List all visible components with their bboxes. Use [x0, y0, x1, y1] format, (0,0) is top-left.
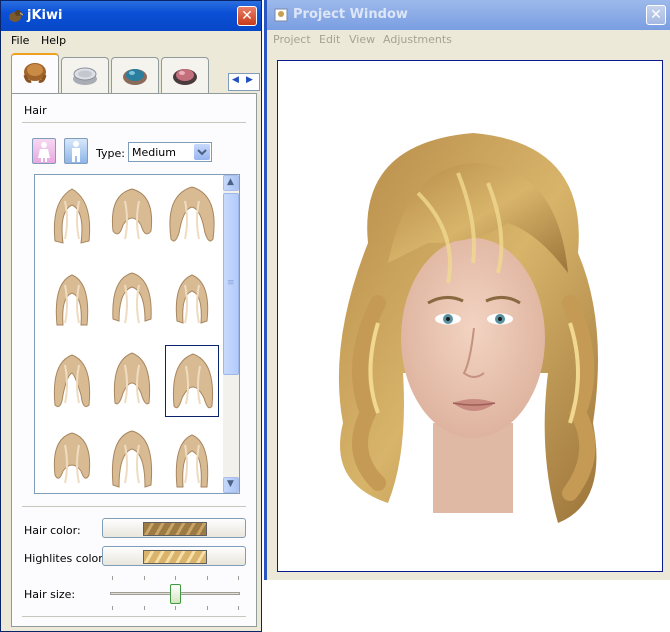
project-app-icon [274, 8, 288, 22]
window-title: Project Window [293, 7, 408, 22]
blush-icon [173, 69, 197, 85]
slider-tick [112, 576, 113, 580]
title-bar[interactable]: jKiwi ✕ [1, 1, 261, 31]
female-button[interactable] [32, 138, 56, 164]
hair-color-label: Hair color: [24, 524, 81, 537]
project-window: Project Window ✕ Project Edit View Adjus… [264, 0, 670, 580]
chevron-down-icon: ▼ [227, 479, 234, 489]
menu-help[interactable]: Help [41, 34, 66, 47]
highlites-color-button[interactable] [102, 546, 246, 566]
hairstyle-thumbnail[interactable] [45, 265, 99, 337]
close-button[interactable]: ✕ [237, 6, 257, 26]
hair-size-label: Hair size: [24, 588, 76, 601]
divider [22, 506, 246, 507]
hairstyle-thumbnail[interactable] [105, 425, 159, 497]
menu-bar: Project Edit View Adjustments [267, 30, 670, 50]
project-canvas[interactable] [277, 60, 663, 572]
tab-scroll-right-icon[interactable]: ▶ [246, 75, 253, 85]
male-button[interactable] [64, 138, 88, 164]
chevron-down-icon[interactable] [194, 144, 210, 160]
hair-size-slider-thumb[interactable] [169, 584, 181, 604]
highlites-color-swatch [143, 550, 207, 564]
menu-adjustments[interactable]: Adjustments [383, 33, 452, 46]
hairstyle-thumbnail[interactable] [105, 265, 159, 337]
slider-tick [238, 606, 239, 610]
hairstyle-thumbnail[interactable] [105, 345, 159, 417]
hair-color-swatch [143, 522, 207, 536]
menu-view[interactable]: View [349, 33, 375, 46]
tab-blush[interactable] [161, 57, 209, 93]
tab-hair[interactable] [11, 53, 59, 95]
slider-tick [238, 576, 239, 580]
type-value: Medium [132, 146, 176, 159]
title-bar[interactable]: Project Window ✕ [267, 0, 670, 30]
hairstyle-thumbnail[interactable] [165, 265, 219, 337]
hair-icon [23, 63, 47, 83]
slider-tick [206, 576, 208, 580]
tab-scroll-left-icon[interactable]: ◀ [232, 75, 239, 85]
chevron-up-icon: ▲ [227, 177, 234, 187]
hairstyle-gallery: ▲ ≡ ▼ [34, 174, 240, 494]
hairstyle-thumbnail[interactable] [45, 425, 99, 497]
hairstyle-thumbnail[interactable] [165, 425, 219, 497]
hairstyle-thumbnail[interactable] [165, 181, 219, 253]
scroll-down-button[interactable]: ▼ [223, 477, 239, 493]
slider-tick [143, 576, 145, 580]
slider-tick [143, 606, 145, 610]
divider [22, 616, 246, 617]
type-select[interactable]: Medium [128, 142, 212, 162]
jkiwi-window: jKiwi ✕ File Help ◀ ▶ Hair Type: Medium … [0, 0, 262, 632]
tab-eyeshadow[interactable] [111, 57, 159, 93]
tab-scroll-buttons: ◀ ▶ [228, 73, 260, 91]
scroll-grip-icon: ≡ [227, 278, 235, 288]
compact-powder-icon [73, 67, 97, 85]
menu-project[interactable]: Project [273, 33, 311, 46]
scroll-up-button[interactable]: ▲ [223, 175, 239, 191]
female-icon [38, 142, 50, 162]
kiwi-app-icon [9, 10, 23, 22]
tab-compact-powder[interactable] [61, 57, 109, 93]
menu-file[interactable]: File [11, 34, 29, 47]
hairstyle-thumbnail[interactable] [165, 345, 219, 417]
category-tabs [9, 53, 259, 95]
section-title: Hair [24, 104, 47, 117]
scroll-thumb[interactable]: ≡ [223, 193, 239, 375]
face-with-hairstyle-image [338, 133, 598, 523]
male-icon [72, 141, 80, 162]
eyeshadow-icon [123, 69, 147, 85]
hairstyle-thumbnail[interactable] [105, 181, 159, 253]
type-label: Type: [96, 147, 125, 160]
slider-tick [175, 576, 176, 580]
highlites-color-label: Highlites color: [24, 552, 107, 565]
hairstyle-thumbnail[interactable] [45, 181, 99, 253]
slider-tick [175, 606, 176, 610]
divider [22, 122, 246, 123]
menu-bar: File Help [1, 31, 261, 51]
menu-edit[interactable]: Edit [319, 33, 340, 46]
gallery-scrollbar[interactable]: ▲ ≡ ▼ [223, 175, 239, 493]
slider-tick [112, 606, 113, 610]
slider-tick [206, 606, 208, 610]
hairstyle-thumbnail[interactable] [45, 345, 99, 417]
hair-panel: Hair Type: Medium ▲ ≡ ▼ Hair color: High… [11, 93, 257, 627]
window-title: jKiwi [27, 8, 63, 23]
close-button[interactable]: ✕ [646, 5, 666, 25]
hair-color-button[interactable] [102, 518, 246, 538]
